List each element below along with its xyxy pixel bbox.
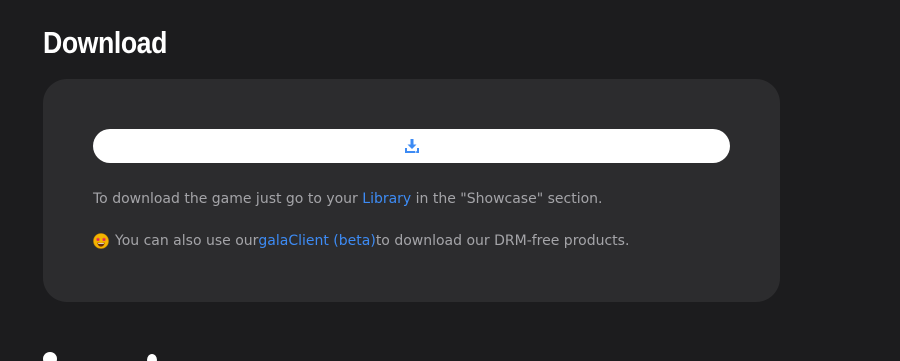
galaclient-link[interactable]: galaClient (beta)	[258, 231, 375, 251]
download-page: Download To download the game just go to…	[0, 0, 900, 361]
section-title: Download	[43, 25, 167, 60]
next-section-heading-fragment-2	[147, 354, 157, 361]
next-section-heading-fragment	[43, 352, 57, 361]
star-struck-emoji-icon	[93, 233, 109, 249]
galaclient-instructions: You can also use our galaClient (beta) t…	[93, 231, 629, 251]
download-icon	[404, 138, 420, 154]
galaclient-instructions-suffix: to download our DRM-free products.	[375, 233, 630, 249]
library-instructions-prefix: To download the game just go to your	[93, 191, 363, 207]
library-link[interactable]: Library	[362, 191, 411, 207]
download-button[interactable]	[93, 129, 730, 163]
galaclient-instructions-prefix: You can also use our	[115, 233, 259, 249]
library-instructions-suffix: in the "Showcase" section.	[411, 191, 603, 207]
download-card: To download the game just go to your Lib…	[43, 79, 780, 302]
library-instructions: To download the game just go to your Lib…	[93, 189, 602, 209]
